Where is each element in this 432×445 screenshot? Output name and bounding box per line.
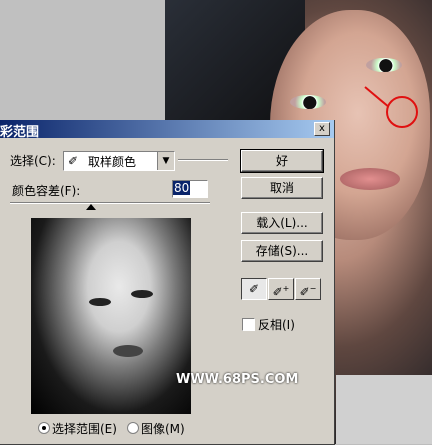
color-range-dialog: 彩范围 x 选择(C): ✐ 取样颜色 ▼ 颜色容差(F): 80 WWW.68… — [0, 120, 335, 445]
eyedropper-toolbar: ✐ ✐+ ✐− — [241, 278, 321, 300]
preview-left-eye — [89, 298, 111, 306]
group-divider — [178, 159, 228, 161]
fuzziness-input[interactable]: 80 — [172, 180, 208, 198]
photo-right-eye — [366, 58, 402, 72]
load-button[interactable]: 载入(L)... — [241, 212, 323, 234]
eyedropper-icon[interactable]: ✐ — [241, 278, 267, 300]
annotation-circle — [386, 96, 418, 128]
cancel-button[interactable]: 取消 — [241, 177, 323, 199]
fuzziness-slider-track[interactable] — [10, 202, 210, 204]
eyedropper-icon: ✐ — [68, 154, 79, 168]
close-button[interactable]: x — [314, 122, 330, 136]
fuzziness-slider-thumb[interactable] — [86, 204, 96, 210]
dialog-titlebar[interactable]: 彩范围 x — [0, 120, 334, 140]
eyedropper-minus-icon[interactable]: ✐− — [295, 278, 321, 300]
selection-preview[interactable] — [31, 218, 191, 414]
preview-right-eye — [131, 290, 153, 298]
dialog-title: 彩范围 — [0, 125, 40, 140]
fuzziness-label: 颜色容差(F): — [12, 184, 81, 198]
select-label: 选择(C): — [10, 154, 56, 168]
watermark-text: WWW.68PS.COM — [176, 372, 299, 387]
photo-lips — [340, 168, 400, 190]
select-value: 取样颜色 — [88, 155, 137, 169]
invert-checkbox[interactable] — [242, 318, 255, 331]
ok-button[interactable]: 好 — [240, 149, 324, 173]
photo-left-eye — [290, 95, 326, 109]
image-radio-label: 图像(M) — [141, 422, 185, 436]
selection-radio-label: 选择范围(E) — [52, 422, 117, 436]
fuzziness-value: 80 — [173, 181, 191, 195]
workspace-bottom-right — [336, 375, 432, 444]
selection-radio[interactable] — [38, 422, 50, 434]
preview-lips — [113, 345, 143, 357]
eyedropper-plus-icon[interactable]: ✐+ — [268, 278, 294, 300]
select-dropdown[interactable]: ✐ 取样颜色 ▼ — [63, 151, 175, 171]
save-button[interactable]: 存储(S)... — [241, 240, 323, 262]
chevron-down-icon[interactable]: ▼ — [157, 152, 174, 170]
invert-label: 反相(I) — [258, 318, 295, 332]
image-radio[interactable] — [127, 422, 139, 434]
